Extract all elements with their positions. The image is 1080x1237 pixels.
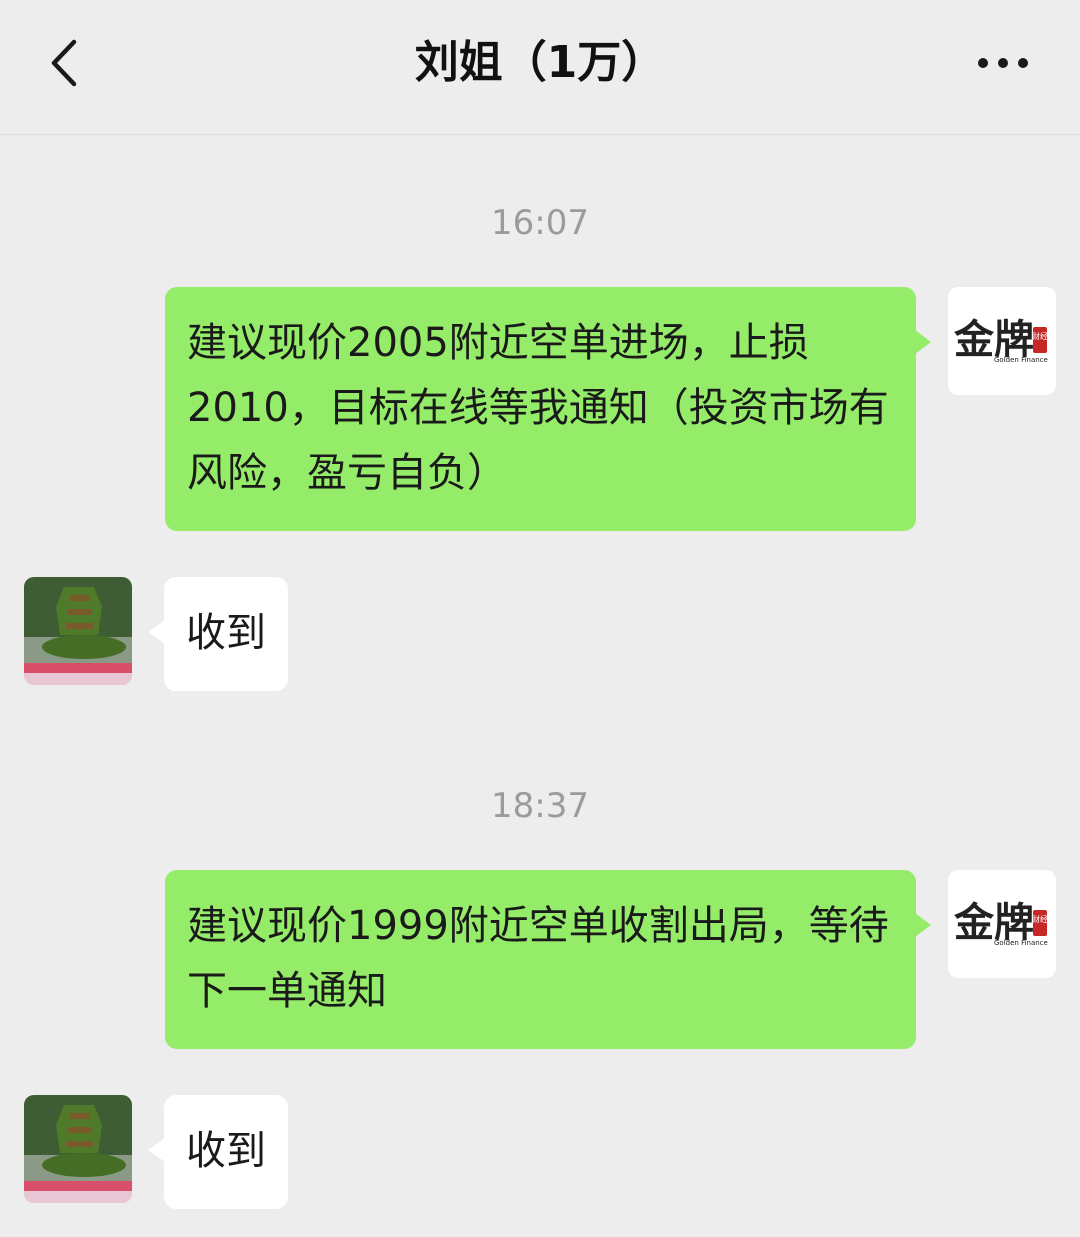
- timestamp: 16:07: [491, 203, 589, 243]
- my-avatar[interactable]: 金牌 财经 Golden Finance: [948, 870, 1056, 978]
- topiary-sailboat-photo: [24, 1095, 132, 1203]
- bubble-tail: [148, 620, 165, 644]
- logo-subtext: Golden Finance: [994, 939, 1048, 947]
- chat-title: 刘姐（1万）: [414, 37, 666, 88]
- logo-subtext: Golden Finance: [994, 356, 1048, 364]
- topiary-sailboat-photo: [24, 577, 132, 685]
- my-avatar[interactable]: 金牌 财经 Golden Finance: [948, 287, 1056, 395]
- outgoing-message-bubble[interactable]: 建议现价1999附近空单收割出局，等待下一单通知: [165, 870, 916, 1049]
- timestamp: 18:37: [491, 786, 589, 826]
- message-text: 建议现价1999附近空单收割出局，等待下一单通知: [187, 903, 889, 1014]
- bubble-tail: [148, 1138, 165, 1162]
- message-text: 收到: [186, 1128, 266, 1174]
- chat-header: 刘姐（1万）: [0, 0, 1080, 135]
- more-dots-icon: [978, 58, 1028, 68]
- contact-avatar[interactable]: [24, 1095, 132, 1203]
- contact-avatar[interactable]: [24, 577, 132, 685]
- bubble-tail: [915, 913, 931, 937]
- logo-seal: 财经: [1032, 331, 1048, 341]
- logo-seal: 财经: [1032, 914, 1048, 924]
- outgoing-message-bubble[interactable]: 建议现价2005附近空单进场，止损2010，目标在线等我通知（投资市场有风险，盈…: [165, 287, 916, 531]
- incoming-message-bubble[interactable]: 收到: [164, 577, 288, 691]
- bubble-tail: [915, 330, 931, 354]
- golden-finance-logo: 金牌 财经 Golden Finance: [953, 316, 1048, 364]
- more-button[interactable]: [970, 30, 1040, 96]
- incoming-message-bubble[interactable]: 收到: [164, 1095, 288, 1209]
- message-text: 收到: [186, 610, 266, 656]
- message-text: 建议现价2005附近空单进场，止损2010，目标在线等我通知（投资市场有风险，盈…: [187, 320, 889, 496]
- golden-finance-logo: 金牌 财经 Golden Finance: [953, 899, 1048, 947]
